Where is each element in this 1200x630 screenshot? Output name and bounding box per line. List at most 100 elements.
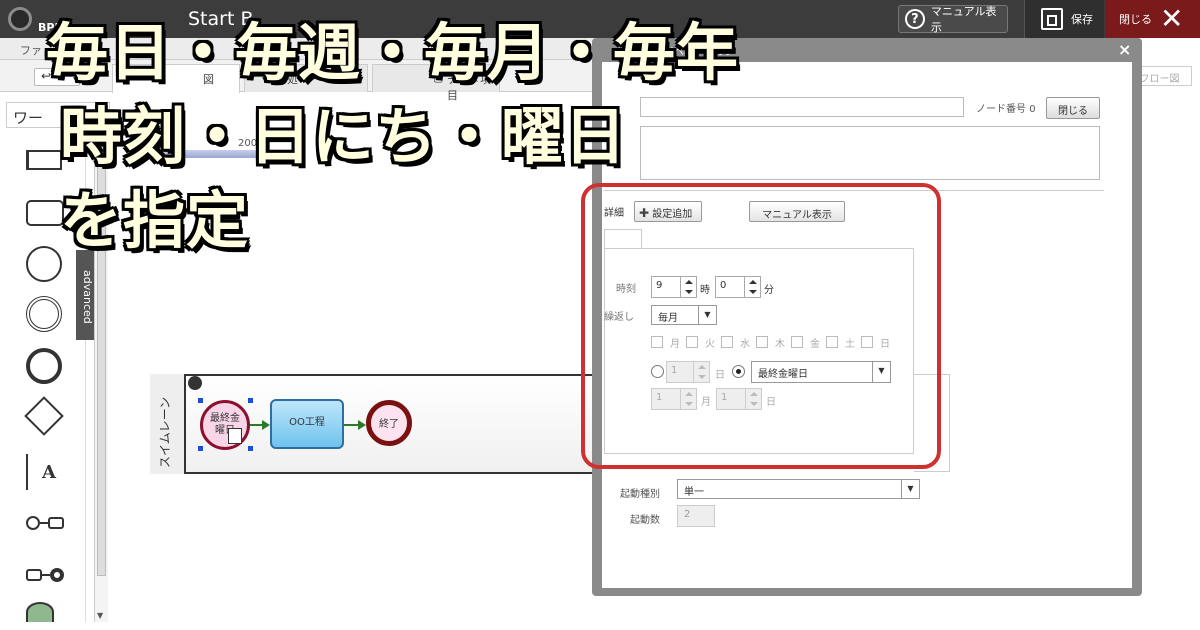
chevron-down-icon: ▼ <box>872 362 890 382</box>
start-type-label: 起動種別 <box>620 489 660 500</box>
save-button[interactable]: 保存 <box>1024 0 1104 38</box>
dialog-close-icon[interactable]: × <box>1118 40 1131 59</box>
dialog-close-button[interactable]: 閉じる <box>1046 97 1100 119</box>
node-number-value: 0 <box>1029 104 1036 115</box>
hour-unit: 時 <box>700 285 710 296</box>
scroll-down-icon[interactable]: ▼ <box>97 611 103 620</box>
minute-unit: 分 <box>764 285 774 296</box>
node-description-textarea[interactable] <box>640 126 1100 180</box>
day-radio[interactable] <box>651 365 664 378</box>
weekday-radio[interactable] <box>732 365 745 378</box>
person-icon <box>188 376 202 390</box>
plus-icon: ✚ <box>639 206 650 220</box>
hour-value: 9 <box>656 280 663 291</box>
time-label: 時刻 <box>616 284 636 295</box>
stepper-arrows-icon[interactable] <box>744 277 760 297</box>
selection-handle[interactable] <box>198 398 203 403</box>
weekday-checkbox[interactable] <box>651 336 663 348</box>
start-count-input[interactable]: 2 <box>677 505 715 527</box>
setting-tab[interactable] <box>604 229 642 249</box>
repeat-label: 繰返し <box>604 312 634 323</box>
chevron-down-icon: ▼ <box>698 306 716 324</box>
gateway-icon[interactable] <box>24 396 64 436</box>
stepper-arrows-icon[interactable] <box>693 362 709 382</box>
weekday-checkbox[interactable] <box>826 336 838 348</box>
pool-shape-icon[interactable] <box>26 150 62 170</box>
manual-display-button[interactable]: マニュアル表示 <box>749 201 845 222</box>
menu-file[interactable]: ファ <box>20 42 42 58</box>
start-event-node[interactable]: 最終金曜日 <box>200 400 250 450</box>
swimlane-header[interactable]: スイムレーン <box>150 374 186 474</box>
task-node-label: OO工程 <box>289 417 325 428</box>
advanced-tab[interactable]: advanced <box>76 250 94 340</box>
intermediate-event-icon[interactable] <box>26 296 62 332</box>
stepper-arrows-icon[interactable] <box>680 277 696 297</box>
repeat-select[interactable]: 毎月 ▼ <box>651 305 717 325</box>
start-count-value: 2 <box>684 509 691 520</box>
minute-stepper[interactable]: 0 <box>715 276 761 298</box>
add-setting-label: 設定追加 <box>652 209 693 220</box>
message-start-icon[interactable] <box>26 514 70 532</box>
stepper-arrows-icon[interactable] <box>680 389 696 409</box>
month-day-unit: 日 <box>766 397 776 408</box>
month-stepper[interactable]: 1 <box>651 388 697 410</box>
selection-handle[interactable] <box>248 446 253 451</box>
add-setting-button[interactable]: ✚ 設定追加 <box>634 201 702 222</box>
selection-handle[interactable] <box>248 398 253 403</box>
weekday-checkbox[interactable] <box>791 336 803 348</box>
minute-value: 0 <box>720 280 727 291</box>
day-stepper[interactable]: 1 <box>666 361 710 383</box>
weekday-select[interactable]: 最終金曜日 ▼ <box>751 361 891 383</box>
data-store-icon[interactable] <box>26 602 54 622</box>
weekday-checkbox[interactable] <box>861 336 873 348</box>
end-event-label: 終了 <box>379 419 399 430</box>
start-event-icon[interactable] <box>26 246 62 282</box>
help-icon: ? <box>905 9 925 29</box>
task-shape-icon[interactable] <box>26 200 64 226</box>
flow-arrow[interactable] <box>250 420 270 430</box>
close-app-label: 閉じる <box>1119 13 1152 26</box>
weekday-label: 土 <box>845 339 855 350</box>
stepper-arrows-icon[interactable] <box>745 389 761 409</box>
node-number: ノード番号 0 <box>976 100 1036 115</box>
weekday-checkbox[interactable] <box>686 336 698 348</box>
save-button-label: 保存 <box>1071 13 1093 26</box>
end-event-icon[interactable] <box>26 348 62 384</box>
message-end-icon[interactable] <box>26 566 70 584</box>
weekday-label: 水 <box>740 339 750 350</box>
text-annotation-icon[interactable]: A <box>26 454 62 490</box>
month-day-stepper[interactable]: 1 <box>716 388 762 410</box>
node-name-input[interactable] <box>640 97 964 117</box>
swimlane-label: スイムレーン <box>158 396 172 468</box>
headline-line-2: 時刻・日にち・曜日 <box>60 100 628 173</box>
end-event-node[interactable]: 終了 <box>366 400 412 446</box>
weekday-label: 日 <box>880 339 890 350</box>
day-unit: 日 <box>715 370 725 381</box>
start-count-label: 起動数 <box>630 515 660 526</box>
repeat-value: 毎月 <box>658 313 678 324</box>
flow-arrow[interactable] <box>344 420 366 430</box>
weekday-label: 月 <box>670 339 680 350</box>
start-type-value: 単一 <box>684 487 704 498</box>
timer-icon <box>228 428 242 444</box>
selection-handle[interactable] <box>198 446 203 451</box>
weekday-select-value: 最終金曜日 <box>758 369 808 380</box>
close-app-button[interactable]: 閉じる ✕ <box>1105 0 1200 38</box>
divider <box>604 190 1104 191</box>
weekday-label: 金 <box>810 339 820 350</box>
start-type-select[interactable]: 単一 ▼ <box>677 479 920 499</box>
weekday-checkbox[interactable] <box>721 336 733 348</box>
weekday-checkbox[interactable] <box>756 336 768 348</box>
manual-button[interactable]: ? マニュアル表示 <box>898 5 1008 34</box>
weekday-label: 木 <box>775 339 785 350</box>
panel-edge <box>914 374 950 472</box>
task-node[interactable]: OO工程 <box>270 399 344 449</box>
month-unit: 月 <box>701 397 711 408</box>
node-number-label: ノード番号 <box>976 104 1026 115</box>
hour-stepper[interactable]: 9 <box>651 276 697 298</box>
chevron-down-icon: ▼ <box>901 480 919 498</box>
day-value: 1 <box>671 365 678 376</box>
manual-button-label: マニュアル表示 <box>930 5 997 34</box>
app-logo <box>8 7 32 31</box>
detail-label: 詳細 <box>604 208 624 219</box>
